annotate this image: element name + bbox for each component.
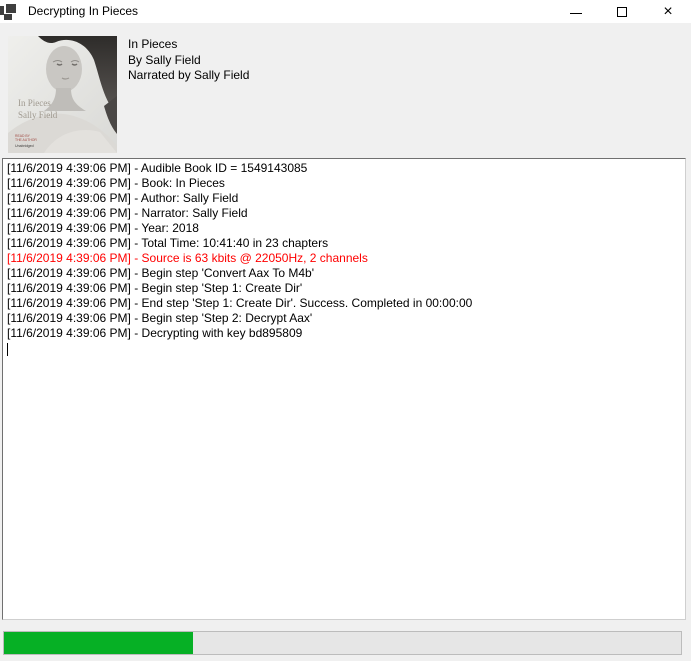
- log-line: [11/6/2019 4:39:06 PM] - End step 'Step …: [7, 296, 681, 311]
- close-icon: ×: [663, 4, 672, 20]
- book-author: By Sally Field: [128, 53, 249, 69]
- maximize-icon: [617, 7, 627, 17]
- log-line-text: [11/6/2019 4:39:06 PM] - End step 'Step …: [7, 296, 472, 310]
- log-line: [11/6/2019 4:39:06 PM] - Total Time: 10:…: [7, 236, 681, 251]
- app-window: Decrypting In Pieces ×: [0, 0, 691, 661]
- log-line: [11/6/2019 4:39:06 PM] - Audible Book ID…: [7, 161, 681, 176]
- book-cover-image: In Pieces Sally Field READ BY THE AUTHOR…: [8, 36, 117, 153]
- log-line: [11/6/2019 4:39:06 PM] - Author: Sally F…: [7, 191, 681, 206]
- log-line-text: [11/6/2019 4:39:06 PM] - Audible Book ID…: [7, 161, 307, 175]
- log-line: [11/6/2019 4:39:06 PM] - Begin step 'Ste…: [7, 281, 681, 296]
- log-line-text: [11/6/2019 4:39:06 PM] - Author: Sally F…: [7, 191, 238, 205]
- maximize-button[interactable]: [599, 0, 645, 23]
- log-line: [11/6/2019 4:39:06 PM] - Begin step 'Con…: [7, 266, 681, 281]
- log-line-text: [11/6/2019 4:39:06 PM] - Book: In Pieces: [7, 176, 225, 190]
- log-line-text: [11/6/2019 4:39:06 PM] - Total Time: 10:…: [7, 236, 328, 250]
- window-title: Decrypting In Pieces: [28, 4, 138, 18]
- log-output[interactable]: [11/6/2019 4:39:06 PM] - Audible Book ID…: [2, 158, 686, 620]
- minimize-icon: [570, 13, 582, 14]
- book-narrator: Narrated by Sally Field: [128, 68, 249, 84]
- book-info: In Pieces By Sally Field Narrated by Sal…: [128, 37, 249, 84]
- book-title: In Pieces: [128, 37, 249, 53]
- log-line-text: [11/6/2019 4:39:06 PM] - Year: 2018: [7, 221, 199, 235]
- text-caret: [7, 343, 8, 356]
- log-line-text: [11/6/2019 4:39:06 PM] - Begin step 'Ste…: [7, 281, 302, 295]
- svg-text:THE AUTHOR: THE AUTHOR: [15, 138, 37, 142]
- svg-text:In Pieces: In Pieces: [18, 98, 51, 108]
- log-line-text: [11/6/2019 4:39:06 PM] - Begin step 'Ste…: [7, 311, 312, 325]
- log-line: [11/6/2019 4:39:06 PM] - Book: In Pieces: [7, 176, 681, 191]
- log-line: [11/6/2019 4:39:06 PM] - Begin step 'Ste…: [7, 311, 681, 326]
- minimize-button[interactable]: [553, 0, 599, 23]
- title-bar[interactable]: Decrypting In Pieces ×: [0, 0, 691, 23]
- svg-text:Sally Field: Sally Field: [18, 110, 58, 120]
- app-icon: [0, 3, 17, 19]
- log-line-text: [11/6/2019 4:39:06 PM] - Begin step 'Con…: [7, 266, 314, 280]
- log-line-text: [11/6/2019 4:39:06 PM] - Decrypting with…: [7, 326, 302, 340]
- log-line: [11/6/2019 4:39:06 PM] - Narrator: Sally…: [7, 206, 681, 221]
- progress-bar: [3, 631, 682, 655]
- log-line-text: [11/6/2019 4:39:06 PM] - Narrator: Sally…: [7, 206, 248, 220]
- log-line-text: [11/6/2019 4:39:06 PM] - Source is 63 kb…: [7, 251, 368, 265]
- log-line: [11/6/2019 4:39:06 PM] - Source is 63 kb…: [7, 251, 681, 266]
- close-button[interactable]: ×: [645, 0, 691, 23]
- log-line: [11/6/2019 4:39:06 PM] - Year: 2018: [7, 221, 681, 236]
- progress-fill: [4, 632, 193, 654]
- window-controls: ×: [553, 0, 691, 23]
- svg-text:Unabridged: Unabridged: [15, 144, 34, 148]
- log-line: [11/6/2019 4:39:06 PM] - Decrypting with…: [7, 326, 681, 341]
